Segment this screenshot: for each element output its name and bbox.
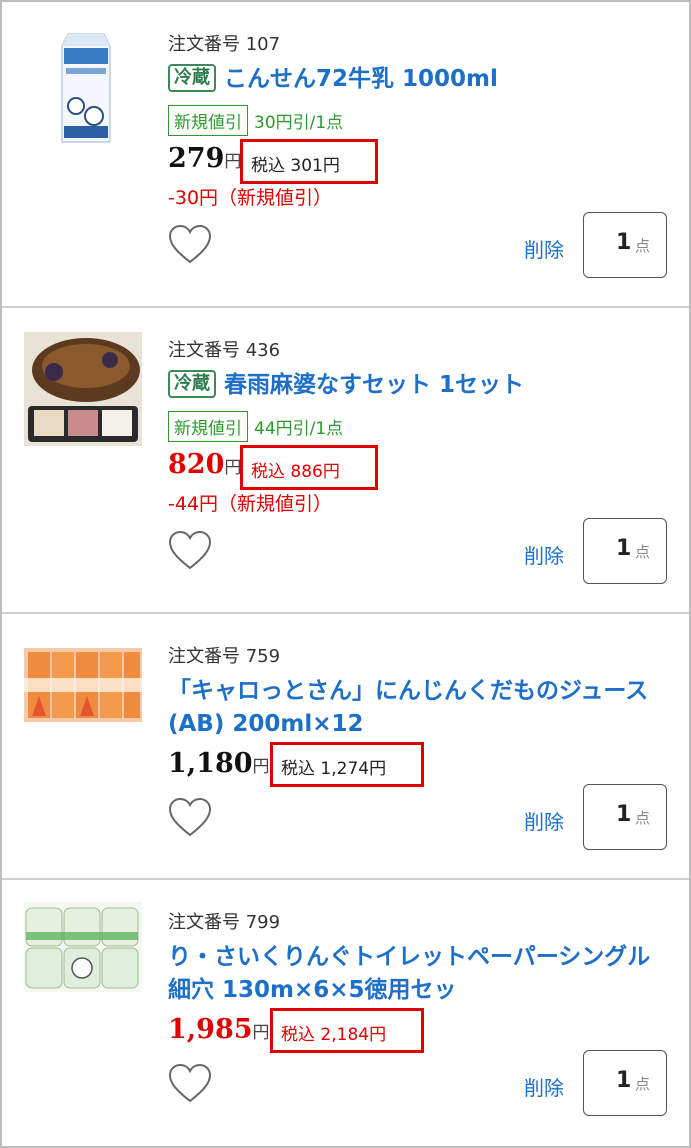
product-title[interactable]: 冷蔵 こんせん72牛乳 1000ml	[168, 63, 498, 96]
toilet-paper-image[interactable]	[24, 902, 142, 992]
quantity-unit: 点	[635, 809, 651, 827]
quantity-unit: 点	[635, 1075, 651, 1093]
product-title[interactable]: 冷蔵 春雨麻婆なすセット 1セット	[168, 369, 524, 402]
new-discount-badge: 新規値引	[168, 411, 248, 442]
cart-item: 注文番号 436 冷蔵 春雨麻婆なすセット 1セット 新規値引 44円引/1点 82…	[2, 308, 689, 612]
delete-button[interactable]: 削除	[524, 1072, 564, 1101]
new-discount-badge: 新規値引	[168, 105, 248, 136]
price-yen: 円	[224, 458, 242, 478]
chilled-badge: 冷蔵	[168, 64, 216, 92]
discount-row: 新規値引 44円引/1点	[168, 411, 343, 442]
discount-amount: 30円引/1点	[254, 113, 344, 133]
delete-button[interactable]: 削除	[524, 806, 564, 835]
price-yen: 円	[224, 152, 242, 172]
quantity-unit: 点	[635, 543, 651, 561]
order-number: 注文番号 799	[168, 912, 281, 933]
product-title-line-1[interactable]: 「キャロっとさん」にんじんくだものジュース	[168, 675, 648, 708]
product-title-line-2[interactable]: (AB) 200ml×12	[168, 708, 364, 741]
price-value: 820	[168, 449, 225, 480]
price-value: 1,180	[168, 748, 253, 779]
product-title-line-1[interactable]: り・さいくりんぐトイレットペーパーシングル	[168, 941, 650, 974]
price-yen: 円	[252, 757, 270, 777]
product-title-text[interactable]: こんせん72牛乳 1000ml	[224, 66, 498, 92]
mapo-eggplant-image[interactable]	[24, 332, 142, 446]
price: 1,180円	[168, 748, 270, 779]
price-value: 1,985	[168, 1014, 253, 1045]
heart-icon[interactable]	[168, 1064, 212, 1104]
price-value: 279	[168, 143, 225, 174]
quantity-value: 1	[616, 1068, 632, 1093]
quantity-selector[interactable]: 1 点	[583, 1050, 667, 1116]
cart-item: 注文番号 107 冷蔵 こんせん72牛乳 1000ml 新規値引 30円引/1点 2…	[2, 2, 689, 306]
heart-icon[interactable]	[168, 798, 212, 838]
price: 1,985円	[168, 1014, 270, 1045]
order-number: 注文番号 436	[168, 340, 281, 361]
price: 820円	[168, 449, 241, 480]
quantity-selector[interactable]: 1 点	[583, 784, 667, 850]
delete-button[interactable]: 削除	[524, 234, 564, 263]
product-title-text[interactable]: 春雨麻婆なすセット 1セット	[224, 372, 524, 398]
quantity-unit: 点	[635, 237, 651, 255]
tax-included-price: 税込 301円	[240, 139, 378, 184]
order-number: 注文番号 759	[168, 646, 281, 667]
heart-icon[interactable]	[168, 531, 212, 571]
product-title-line-2[interactable]: 細穴 130m×6×5徳用セッ	[168, 974, 457, 1007]
chilled-badge: 冷蔵	[168, 370, 216, 398]
quantity-value: 1	[616, 230, 632, 255]
tax-included-price: 税込 886円	[240, 445, 378, 490]
discount-amount: 44円引/1点	[254, 419, 344, 439]
discount-row: 新規値引 30円引/1点	[168, 105, 343, 136]
quantity-selector[interactable]: 1 点	[583, 518, 667, 584]
price-yen: 円	[252, 1023, 270, 1043]
tax-included-price: 税込 1,274円	[270, 742, 424, 787]
heart-icon[interactable]	[168, 225, 212, 265]
price: 279円	[168, 143, 241, 174]
quantity-value: 1	[616, 536, 632, 561]
cart-item: 注文番号 759 「キャロっとさん」にんじんくだものジュース (AB) 200m…	[2, 614, 689, 878]
discount-applied-line: -44円（新規値引）	[168, 493, 333, 515]
milk-carton-image[interactable]	[24, 26, 142, 148]
order-number: 注文番号 107	[168, 34, 281, 55]
discount-applied-line: -30円（新規値引）	[168, 187, 333, 209]
cart-item: 注文番号 799 り・さいくりんぐトイレットペーパーシングル 細穴 130m×6…	[2, 880, 689, 1146]
delete-button[interactable]: 削除	[524, 540, 564, 569]
carrot-juice-pack-image[interactable]	[24, 638, 142, 726]
tax-included-price: 税込 2,184円	[270, 1008, 424, 1053]
quantity-value: 1	[616, 802, 632, 827]
quantity-selector[interactable]: 1 点	[583, 212, 667, 278]
